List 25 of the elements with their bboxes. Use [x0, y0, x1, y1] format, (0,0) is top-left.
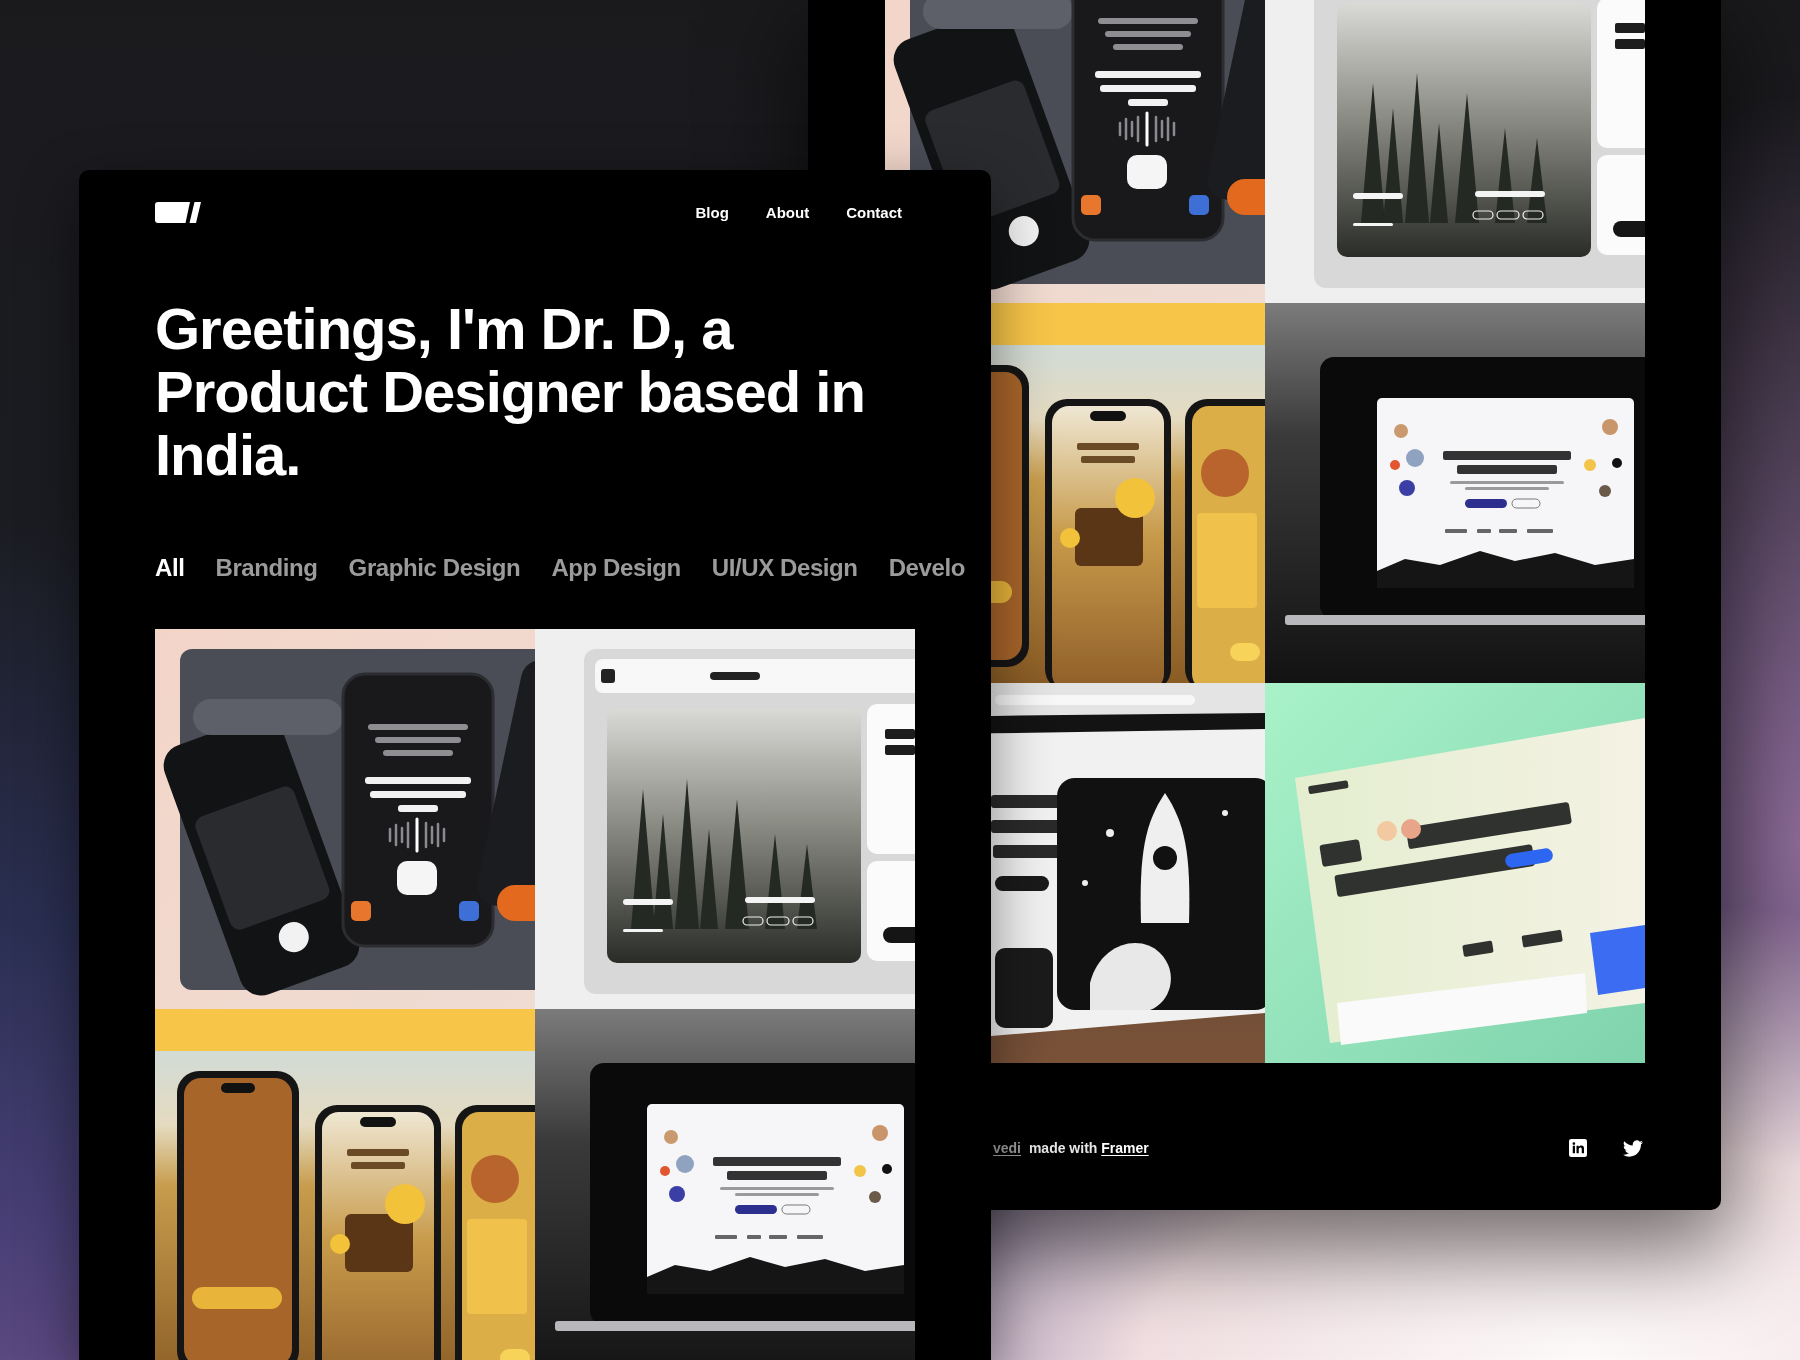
twitter-icon[interactable]	[1623, 1139, 1643, 1157]
footer-credit-text: vedi made with Framer	[993, 1139, 1149, 1157]
filter-tab[interactable]: Branding	[215, 553, 318, 583]
nav-link[interactable]: About	[765, 203, 810, 222]
web-page-mockup-drawing[interactable]	[1265, 0, 1645, 303]
filter-tab[interactable]: App Design	[551, 553, 681, 583]
phone-mockup-drawing[interactable]	[991, 303, 1265, 683]
nav-link[interactable]: Blog	[695, 203, 729, 222]
phone-mockup-drawing[interactable]	[155, 1009, 535, 1360]
laptop-mockup-drawing[interactable]	[535, 1009, 915, 1360]
laptop-mockup-drawing[interactable]	[1265, 303, 1645, 683]
filter-tab[interactable]: Develo	[888, 553, 965, 583]
author-link[interactable]: vedi	[993, 1140, 1021, 1156]
web-page-mockup-drawing[interactable]	[991, 683, 1265, 1063]
logo-icon[interactable]	[155, 202, 201, 223]
filter-tab[interactable]: All	[155, 553, 185, 583]
framer-link[interactable]: Framer	[1101, 1140, 1149, 1156]
web-page-mockup-drawing[interactable]	[1265, 683, 1645, 1063]
phone-mockup-drawing[interactable]	[155, 629, 535, 1009]
web-page-mockup-drawing[interactable]	[535, 629, 915, 1009]
filter-tab[interactable]: UI/UX Design	[711, 553, 858, 583]
filter-tab[interactable]: Graphic Design	[348, 553, 521, 583]
hero-heading: Greetings, I'm Dr. D, a Product Designer based in India.	[155, 297, 866, 486]
nav-link[interactable]: Contact	[846, 203, 902, 222]
linkedin-icon[interactable]	[1569, 1139, 1587, 1157]
